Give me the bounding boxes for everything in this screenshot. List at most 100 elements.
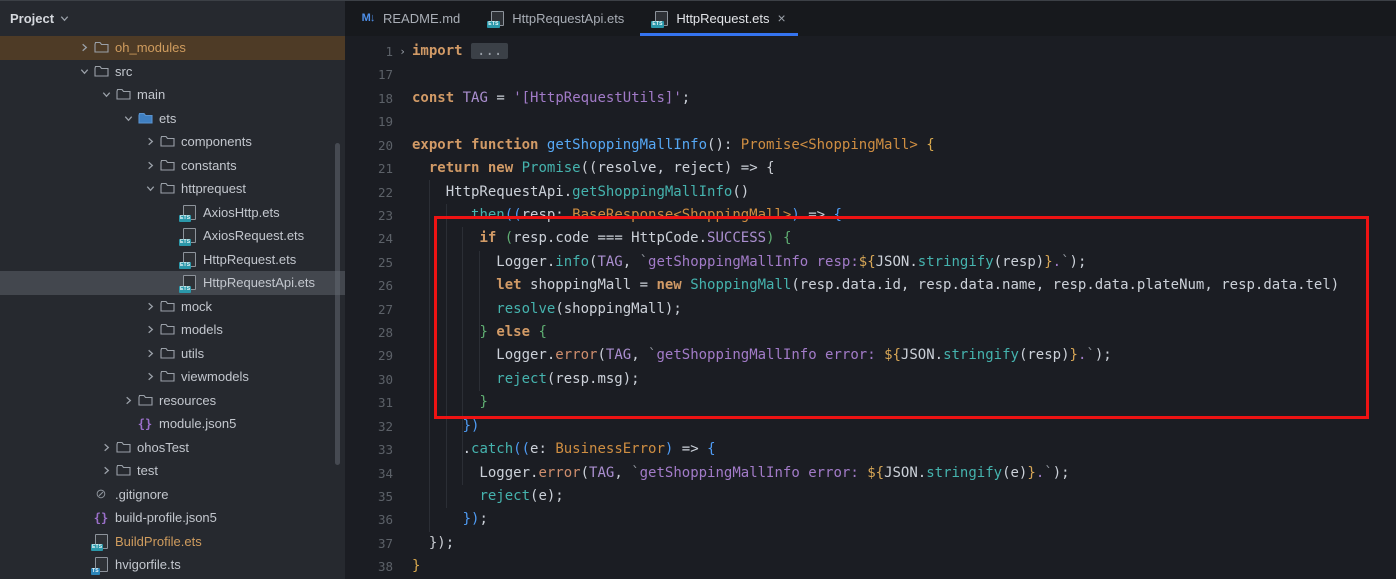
code-line[interactable]: 35 reject(e);	[345, 485, 1396, 508]
tree-item-axioshttp-ets[interactable]: ETS AxiosHttp.ets	[0, 201, 345, 225]
code-line[interactable]: 20 export function getShoppingMallInfo():…	[345, 134, 1396, 157]
tree-item-models[interactable]: models	[0, 318, 345, 342]
code-line[interactable]: 1 › import ...	[345, 40, 1396, 63]
line-number[interactable]: 37	[345, 532, 393, 555]
code-line[interactable]: 18 const TAG = '[HttpRequestUtils]';	[345, 87, 1396, 110]
tree-item-module-json5[interactable]: {} module.json5	[0, 412, 345, 436]
line-number[interactable]: 25	[345, 251, 393, 274]
code-line[interactable]: 33 .catch((e: BusinessError) => {	[345, 438, 1396, 461]
code-line[interactable]: 17	[345, 63, 1396, 86]
token-q: `	[1044, 464, 1053, 481]
line-number[interactable]: 20	[345, 134, 393, 157]
token-br1: {	[926, 136, 935, 153]
chevron-right-icon[interactable]	[142, 157, 158, 173]
line-number[interactable]: 32	[345, 415, 393, 438]
tree-item-hvigorfile-ts[interactable]: TS hvigorfile.ts	[0, 553, 345, 577]
line-number[interactable]: 33	[345, 438, 393, 461]
fold-expand-icon[interactable]: ›	[393, 40, 412, 63]
folder-icon	[158, 181, 176, 197]
code-line[interactable]: 25 Logger.info(TAG, `getShoppingMallInfo…	[345, 251, 1396, 274]
tree-item-viewmodels[interactable]: viewmodels	[0, 365, 345, 389]
tree-item-build-profile-json5[interactable]: {} build-profile.json5	[0, 506, 345, 530]
line-number[interactable]: 1	[345, 40, 393, 63]
line-number[interactable]: 30	[345, 368, 393, 391]
line-number[interactable]: 18	[345, 87, 393, 110]
code-line[interactable]: 37 });	[345, 532, 1396, 555]
chevron-down-icon[interactable]	[142, 181, 158, 197]
tree-item-mock[interactable]: mock	[0, 295, 345, 319]
chevron-right-icon[interactable]	[98, 439, 114, 455]
line-number[interactable]: 24	[345, 227, 393, 250]
chevron-right-icon[interactable]	[142, 345, 158, 361]
line-number[interactable]: 21	[345, 157, 393, 180]
tree-item-axiosrequest-ets[interactable]: ETS AxiosRequest.ets	[0, 224, 345, 248]
tree-item-gitignore[interactable]: ⊘ .gitignore	[0, 483, 345, 507]
tree-item-main[interactable]: main	[0, 83, 345, 107]
code-text: let shoppingMall = new ShoppingMall(resp…	[412, 274, 1396, 297]
tree-item-resources[interactable]: resources	[0, 389, 345, 413]
chevron-right-icon[interactable]	[142, 322, 158, 338]
folder-icon	[158, 134, 176, 150]
tree-item-test[interactable]: test	[0, 459, 345, 483]
tree-item-components[interactable]: components	[0, 130, 345, 154]
line-number[interactable]: 23	[345, 204, 393, 227]
tree-item-src[interactable]: src	[0, 60, 345, 84]
chevron-right-icon[interactable]	[76, 40, 92, 56]
code-line[interactable]: 29 Logger.error(TAG, ` getShoppingMallInf…	[345, 344, 1396, 367]
chevron-right-icon[interactable]	[120, 392, 136, 408]
chevron-down-icon[interactable]	[98, 87, 114, 103]
chevron-right-icon[interactable]	[142, 298, 158, 314]
code-line[interactable]: 30 reject(resp.msg);	[345, 368, 1396, 391]
chevron-down-icon[interactable]	[120, 110, 136, 126]
line-number[interactable]: 26	[345, 274, 393, 297]
tree-item-ets[interactable]: ets	[0, 107, 345, 131]
code-line[interactable]: 32 })	[345, 415, 1396, 438]
tab-httprequestapi-ets[interactable]: ETS HttpRequestApi.ets	[474, 0, 638, 36]
code-line[interactable]: 19	[345, 110, 1396, 133]
code-line[interactable]: 23 .then((resp: BaseResponse<ShoppingMal…	[345, 204, 1396, 227]
tree-item-oh-modules[interactable]: oh_modules	[0, 36, 345, 60]
tab-httprequest-ets[interactable]: ETS HttpRequest.ets ×	[638, 0, 799, 36]
line-number[interactable]: 27	[345, 298, 393, 321]
line-number[interactable]: 31	[345, 391, 393, 414]
token-pl: (shoppingMall);	[555, 300, 682, 317]
project-panel-header[interactable]: Project	[0, 0, 345, 36]
tab-readme-md[interactable]: M↓ README.md	[345, 0, 474, 36]
line-number[interactable]: 22	[345, 181, 393, 204]
line-number[interactable]: 34	[345, 462, 393, 485]
chevron-down-icon[interactable]	[76, 63, 92, 79]
tree-item-httprequest-ets[interactable]: ETS HttpRequest.ets	[0, 248, 345, 272]
line-number[interactable]: 17	[345, 63, 393, 86]
code-editor[interactable]: 1 › import ... 17 18 const TAG = '[HttpReques…	[345, 36, 1396, 579]
tree-item-httprequestapi-ets[interactable]: ETS HttpRequestApi.ets	[0, 271, 345, 295]
code-line[interactable]: 28 } else {	[345, 321, 1396, 344]
line-number[interactable]: 29	[345, 344, 393, 367]
code-line[interactable]: 21 return new Promise((resolve, reject) …	[345, 157, 1396, 180]
tree-scrollbar[interactable]	[335, 143, 340, 465]
code-line[interactable]: 24 if (resp.code === HttpCode.SUCCESS) {	[345, 227, 1396, 250]
tree-item-httprequest[interactable]: httprequest	[0, 177, 345, 201]
tree-item-constants[interactable]: constants	[0, 154, 345, 178]
code-line[interactable]: 31 }	[345, 391, 1396, 414]
tree-item-buildprofile-ets[interactable]: ETS BuildProfile.ets	[0, 530, 345, 554]
code-line[interactable]: 26 let shoppingMall = new ShoppingMall(r…	[345, 274, 1396, 297]
line-number[interactable]: 38	[345, 555, 393, 578]
close-icon[interactable]: ×	[778, 10, 786, 26]
line-number[interactable]: 19	[345, 110, 393, 133]
line-number[interactable]: 36	[345, 508, 393, 531]
code-line[interactable]: 22 HttpRequestApi.getShoppingMallInfo()	[345, 181, 1396, 204]
code-line[interactable]: 38}	[345, 555, 1396, 578]
chevron-right-icon[interactable]	[98, 463, 114, 479]
tree-item-ohostest[interactable]: ohosTest	[0, 436, 345, 460]
tree-item-utils[interactable]: utils	[0, 342, 345, 366]
code-line[interactable]: 36 });	[345, 508, 1396, 531]
code-line[interactable]: 27 resolve(shoppingMall);	[345, 298, 1396, 321]
ets-icon: ETS	[179, 251, 198, 270]
line-number[interactable]: 28	[345, 321, 393, 344]
chevron-right-icon[interactable]	[142, 369, 158, 385]
code-line[interactable]: 34 Logger.error(TAG, `getShoppingMallInf…	[345, 462, 1396, 485]
chevron-right-icon[interactable]	[142, 134, 158, 150]
line-number[interactable]: 35	[345, 485, 393, 508]
